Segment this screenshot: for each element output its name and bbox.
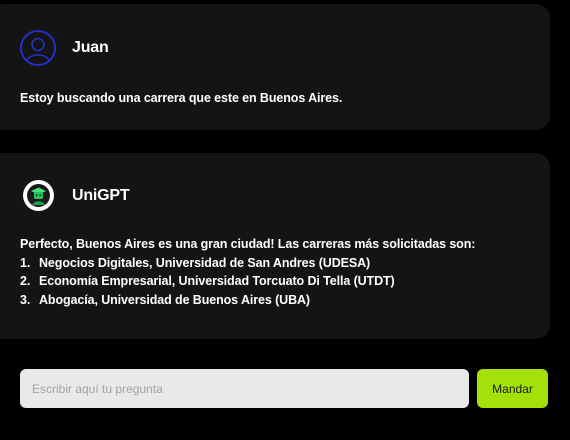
list-item-text: Economía Empresarial, Universidad Torcua…: [39, 274, 395, 288]
bot-message-text: Perfecto, Buenos Aires es una gran ciuda…: [20, 235, 534, 309]
bot-name: UniGPT: [72, 186, 130, 204]
bot-message-intro: Perfecto, Buenos Aires es una gran ciuda…: [20, 237, 476, 251]
graduate-robot-icon: [27, 184, 50, 207]
list-item-text: Abogacía, Universidad de Buenos Aires (U…: [39, 292, 310, 307]
user-name: Juan: [72, 39, 109, 56]
list-item: 2. Economía Empresarial, Universidad Tor…: [20, 272, 534, 291]
bot-message-header: UniGPT: [20, 180, 130, 211]
send-button[interactable]: Mandar: [477, 369, 548, 408]
bot-message-card: UniGPT Perfecto, Buenos Aires es una gra…: [0, 153, 550, 339]
user-avatar: [20, 30, 56, 66]
chat-page: Juan Estoy buscando una carrera que este…: [0, 0, 570, 440]
list-item-number: 2.: [20, 274, 31, 288]
list-item-text: Negocios Digitales, Universidad de San A…: [39, 255, 371, 270]
composer: Mandar: [20, 369, 548, 408]
user-message-card: Juan Estoy buscando una carrera que este…: [0, 4, 550, 130]
question-input[interactable]: [20, 369, 469, 408]
list-item-number: 1.: [20, 255, 31, 270]
list-item: 1. Negocios Digitales, Universidad de Sa…: [20, 254, 534, 273]
user-message-header: Juan: [20, 30, 109, 66]
bot-avatar: [23, 180, 54, 211]
user-message-text: Estoy buscando una carrera que este en B…: [20, 89, 534, 108]
user-message-line: Estoy buscando una carrera que este en B…: [20, 91, 343, 105]
list-item-number: 3.: [20, 292, 31, 307]
list-item: 3. Abogacía, Universidad de Buenos Aires…: [20, 291, 534, 310]
user-circle-icon: [26, 37, 50, 62]
